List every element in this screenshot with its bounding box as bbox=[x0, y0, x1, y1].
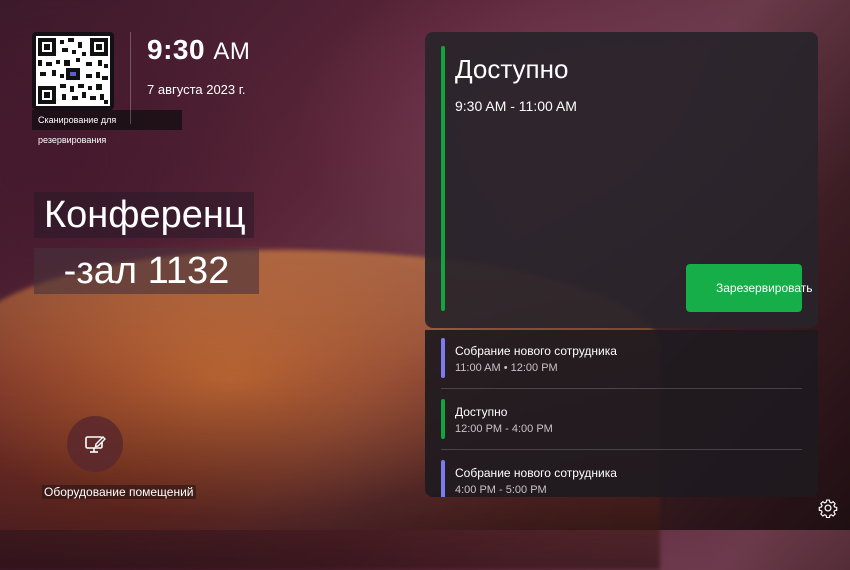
current-time-range: 9:30 AM - 11:00 AM bbox=[455, 98, 577, 114]
settings-button[interactable] bbox=[818, 498, 838, 519]
current-status: Доступно bbox=[455, 54, 569, 84]
reserve-button[interactable]: Зарезервировать bbox=[686, 264, 813, 312]
status-accent-bar bbox=[441, 46, 445, 311]
schedule-item-bar bbox=[441, 399, 445, 439]
room-name-line1: Конференц bbox=[34, 192, 254, 238]
schedule-item-time: 11:00 AM • 12:00 PM bbox=[455, 362, 558, 374]
schedule-item[interactable]: Доступно 12:00 PM - 4:00 PM bbox=[425, 391, 818, 449]
room-equipment-label: Оборудование помещений bbox=[42, 485, 196, 499]
schedule-item-bar bbox=[441, 460, 445, 497]
schedule-item-title: Доступно bbox=[455, 405, 508, 419]
schedule-item-title: Собрание нового сотрудника bbox=[455, 466, 617, 480]
schedule-divider bbox=[441, 449, 802, 450]
schedule-item-bar bbox=[441, 338, 445, 378]
header-divider bbox=[130, 32, 131, 124]
room-equipment-button[interactable] bbox=[67, 416, 123, 472]
qr-code-icon bbox=[36, 36, 110, 106]
schedule-list: Собрание нового сотрудника 11:00 AM • 12… bbox=[425, 330, 818, 497]
schedule-item[interactable]: Собрание нового сотрудника 11:00 AM • 12… bbox=[425, 330, 818, 388]
clock-ampm: AM bbox=[213, 38, 251, 65]
schedule-item-time: 12:00 PM - 4:00 PM bbox=[455, 423, 553, 435]
room-name-line2: -зал 1132 bbox=[34, 248, 259, 294]
clock-date: 7 августа 2023 г. bbox=[147, 82, 246, 97]
gear-icon bbox=[818, 499, 838, 519]
schedule-item[interactable]: Собрание нового сотрудника 4:00 PM - 5:0… bbox=[425, 452, 818, 497]
device-edit-icon bbox=[85, 436, 106, 453]
qr-code bbox=[32, 32, 114, 110]
schedule-item-time: 4:00 PM - 5:00 PM bbox=[455, 484, 547, 496]
clock-time: 9:30 AM bbox=[147, 34, 250, 66]
schedule-item-title: Собрание нового сотрудника bbox=[455, 344, 617, 358]
clock-hours: 9:30 bbox=[147, 34, 206, 65]
qr-caption: Сканирование для резервирования bbox=[32, 110, 182, 145]
current-status-panel: Доступно 9:30 AM - 11:00 AM Зарезервиров… bbox=[425, 32, 818, 328]
schedule-divider bbox=[441, 388, 802, 389]
